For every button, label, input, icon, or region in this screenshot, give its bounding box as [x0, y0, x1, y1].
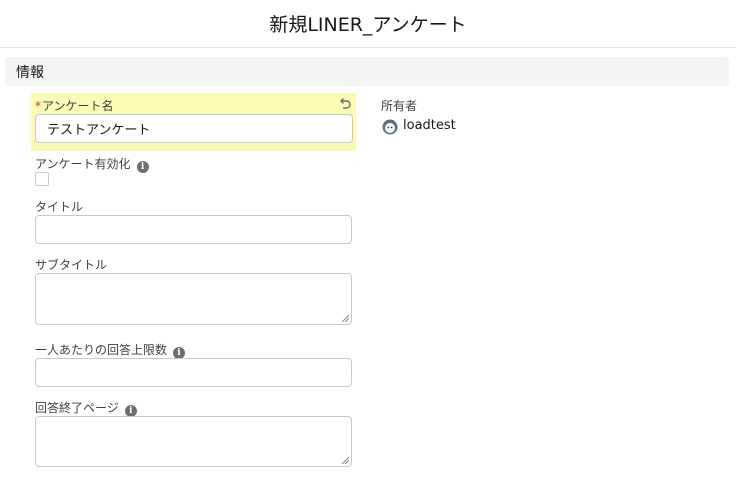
owner-name-link[interactable]: loadtest	[403, 118, 456, 133]
section-header-info[interactable]: 情報	[5, 57, 729, 86]
subtitle-textarea[interactable]	[35, 273, 352, 325]
survey-enabled-checkbox[interactable]	[35, 172, 49, 186]
survey-enabled-label: アンケート有効化 i	[35, 155, 149, 173]
end-page-textarea[interactable]	[35, 416, 352, 467]
resize-grip-icon[interactable]	[341, 456, 349, 464]
owner-label: 所有者	[381, 99, 418, 113]
title-label: タイトル	[35, 200, 84, 214]
page-header: 新規LINER_アンケート	[0, 0, 736, 48]
survey-name-label: *アンケート名	[35, 99, 114, 113]
subtitle-label: サブタイトル	[35, 258, 108, 272]
max-answers-input[interactable]	[35, 358, 352, 387]
user-avatar-icon[interactable]	[382, 119, 398, 135]
title-input[interactable]	[35, 215, 352, 244]
max-answers-label: 一人あたりの回答上限数 i	[35, 341, 186, 359]
page-title: 新規LINER_アンケート	[269, 14, 467, 36]
info-icon[interactable]: i	[136, 161, 149, 173]
resize-grip-icon[interactable]	[341, 314, 349, 322]
end-page-label: 回答終了ページ i	[35, 399, 137, 417]
survey-name-input[interactable]: テストアンケート	[35, 114, 353, 143]
required-marker: *	[35, 99, 41, 113]
section-label: 情報	[16, 64, 44, 81]
undo-icon[interactable]	[338, 97, 352, 111]
